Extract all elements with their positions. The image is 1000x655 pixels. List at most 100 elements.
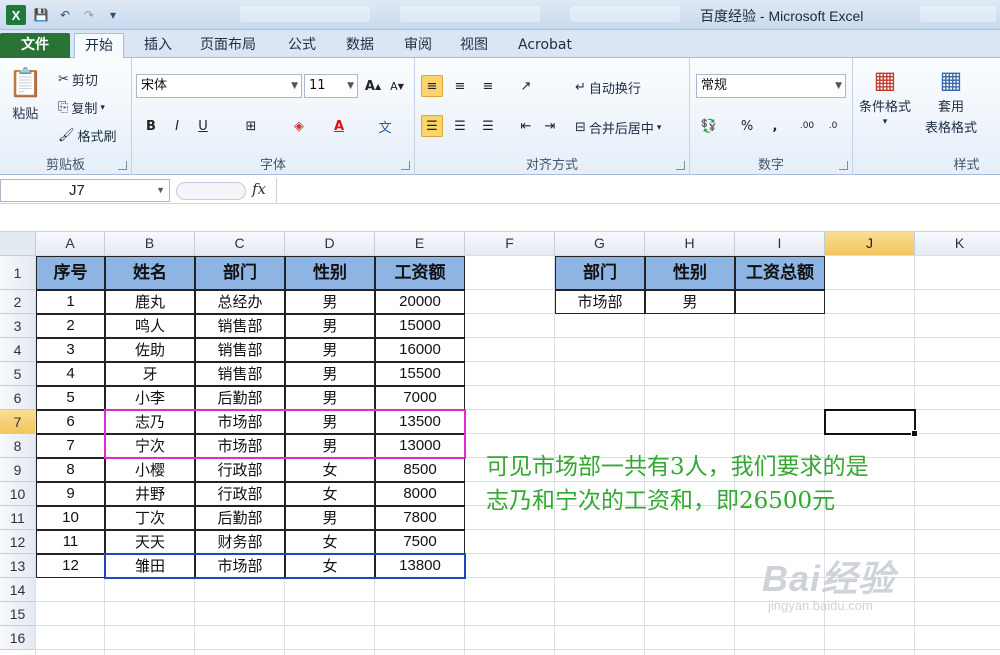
table-cell[interactable]: 女 [285, 530, 375, 554]
table-cell[interactable]: 销售部 [195, 314, 285, 338]
grow-font-button[interactable]: A ▲ [362, 75, 384, 97]
row-header-10[interactable]: 10 [0, 482, 36, 506]
row-header-7[interactable]: 7 [0, 410, 36, 434]
bold-button[interactable]: B [140, 115, 162, 137]
criteria-header-cell[interactable]: 工资总额 [735, 256, 825, 290]
table-cell[interactable]: 7500 [375, 530, 465, 554]
table-cell[interactable]: 15500 [375, 362, 465, 386]
tab-formulas[interactable]: 公式 [278, 33, 326, 58]
select-all-corner[interactable] [0, 232, 36, 256]
row-header-1[interactable]: 1 [0, 256, 36, 290]
table-cell[interactable]: 6 [36, 410, 105, 434]
table-cell[interactable]: 7 [36, 434, 105, 458]
table-cell[interactable]: 天天 [105, 530, 195, 554]
row-header-4[interactable]: 4 [0, 338, 36, 362]
align-bottom-button[interactable]: ≡ [477, 75, 499, 97]
column-header-a[interactable]: A [36, 232, 105, 256]
table-cell[interactable]: 女 [285, 458, 375, 482]
table-cell[interactable]: 行政部 [195, 482, 285, 506]
formula-input[interactable] [276, 178, 1000, 204]
table-cell[interactable]: 8000 [375, 482, 465, 506]
table-cell[interactable]: 牙 [105, 362, 195, 386]
redo-icon[interactable]: ↷ [80, 6, 98, 24]
align-center-button[interactable]: ☰ [449, 115, 471, 137]
table-cell[interactable]: 男 [285, 506, 375, 530]
table-cell[interactable]: 销售部 [195, 362, 285, 386]
font-size-combo[interactable]: 11 ▼ [304, 74, 358, 98]
table-cell[interactable]: 行政部 [195, 458, 285, 482]
row-header-3[interactable]: 3 [0, 314, 36, 338]
fill-color-button[interactable]: ◈ [288, 115, 310, 137]
row-header-12[interactable]: 12 [0, 530, 36, 554]
table-cell[interactable]: 男 [285, 362, 375, 386]
column-header-b[interactable]: B [105, 232, 195, 256]
criteria-value-cell[interactable]: 男 [645, 290, 735, 314]
table-cell[interactable]: 10 [36, 506, 105, 530]
row-header-9[interactable]: 9 [0, 458, 36, 482]
undo-icon[interactable]: ↶ [56, 6, 74, 24]
copy-button[interactable]: ⎘ 复制 ▾ [58, 98, 105, 117]
table-cell[interactable]: 井野 [105, 482, 195, 506]
table-cell[interactable]: 后勤部 [195, 386, 285, 410]
table-header-cell[interactable]: 姓名 [105, 256, 195, 290]
table-cell[interactable]: 小李 [105, 386, 195, 410]
format-as-table-button[interactable]: ▦ 套用 表格格式 [925, 66, 977, 136]
column-header-k[interactable]: K [915, 232, 1000, 256]
dialog-launcher-icon[interactable] [401, 161, 410, 170]
dialog-launcher-icon[interactable] [839, 161, 848, 170]
dialog-launcher-icon[interactable] [118, 161, 127, 170]
font-name-combo[interactable]: 宋体 ▼ [136, 74, 302, 98]
table-cell[interactable]: 16000 [375, 338, 465, 362]
percent-button[interactable]: % [736, 115, 758, 137]
table-cell[interactable]: 8500 [375, 458, 465, 482]
table-cell[interactable]: 3 [36, 338, 105, 362]
paste-button[interactable]: 📋 粘贴 [8, 66, 43, 122]
column-header-g[interactable]: G [555, 232, 645, 256]
tab-insert[interactable]: 插入 [134, 33, 182, 58]
table-cell[interactable]: 9 [36, 482, 105, 506]
table-header-cell[interactable]: 部门 [195, 256, 285, 290]
tab-file[interactable]: 文件 [0, 33, 70, 58]
worksheet-grid[interactable]: ABCDEFGHIJK 1 2 3 4 5 6 7 8 9 10 11 12 13 14 15 16 序号 姓名… [0, 232, 1000, 655]
dialog-launcher-icon[interactable] [676, 161, 685, 170]
column-header-i[interactable]: I [735, 232, 825, 256]
tab-review[interactable]: 审阅 [394, 33, 442, 58]
row-header-5[interactable]: 5 [0, 362, 36, 386]
table-cell[interactable]: 后勤部 [195, 506, 285, 530]
row-header-8[interactable]: 8 [0, 434, 36, 458]
table-cell[interactable]: 小樱 [105, 458, 195, 482]
comma-style-button[interactable]: , [764, 115, 786, 137]
font-color-button[interactable]: A [328, 115, 350, 137]
name-box[interactable]: J7 ▼ [0, 179, 170, 202]
table-cell[interactable]: 男 [285, 314, 375, 338]
table-header-cell[interactable]: 序号 [36, 256, 105, 290]
row-header-2[interactable]: 2 [0, 290, 36, 314]
table-cell[interactable]: 8 [36, 458, 105, 482]
italic-button[interactable]: I [166, 115, 188, 137]
active-cell-cursor[interactable] [824, 409, 918, 437]
criteria-header-cell[interactable]: 性别 [645, 256, 735, 290]
table-cell[interactable]: 7800 [375, 506, 465, 530]
criteria-value-cell[interactable]: 市场部 [555, 290, 645, 314]
align-top-button[interactable]: ≡ [421, 75, 443, 97]
table-cell[interactable]: 财务部 [195, 530, 285, 554]
table-cell[interactable]: 女 [285, 482, 375, 506]
row-header-11[interactable]: 11 [0, 506, 36, 530]
merge-center-button[interactable]: ⊟ 合并后居中 ▾ [575, 118, 661, 137]
formula-bar-splitter[interactable] [176, 182, 246, 200]
save-icon[interactable]: 💾 [32, 6, 50, 24]
row-header-15[interactable]: 15 [0, 602, 36, 626]
row-header-14[interactable]: 14 [0, 578, 36, 602]
decrease-indent-button[interactable]: ⇤ [515, 115, 537, 137]
wrap-text-button[interactable]: ↵ 自动换行 [575, 78, 641, 97]
table-cell[interactable]: 鹿丸 [105, 290, 195, 314]
table-header-cell[interactable]: 工资额 [375, 256, 465, 290]
column-header-j[interactable]: J [825, 232, 915, 256]
customize-qat-icon[interactable]: ▾ [104, 6, 122, 24]
row-header-16[interactable]: 16 [0, 626, 36, 650]
align-left-button[interactable]: ☰ [421, 115, 443, 137]
tab-acrobat[interactable]: Acrobat [508, 33, 582, 58]
table-cell[interactable]: 2 [36, 314, 105, 338]
table-cell[interactable]: 1 [36, 290, 105, 314]
table-cell[interactable]: 销售部 [195, 338, 285, 362]
